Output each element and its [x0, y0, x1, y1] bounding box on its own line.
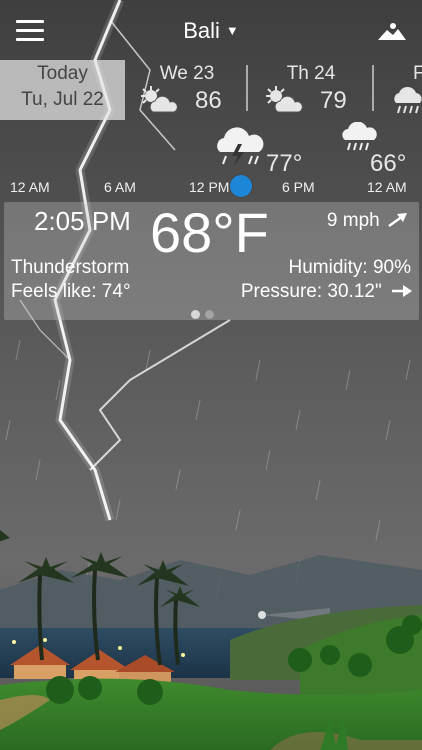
day-tab-today[interactable]: Today Tu, Jul 22 [0, 60, 125, 120]
page-indicator [191, 306, 219, 324]
day-high-temp: 86 [195, 87, 222, 114]
pressure: Pressure: 30.12" [241, 281, 413, 303]
condition-text: Thunderstorm [11, 257, 130, 278]
humidity: Humidity: 90% [288, 257, 412, 278]
pressure-value: Pressure: 30.12" [240, 281, 382, 302]
hour-label: 12 AM [10, 179, 50, 195]
mountain-scene-icon[interactable] [378, 20, 406, 42]
wind-direction-arrow-icon [388, 213, 407, 228]
day-tab-wednesday[interactable]: We 23 86 [127, 60, 247, 120]
rain-cloud-icon [392, 85, 422, 115]
page-dot-active[interactable] [191, 310, 200, 319]
dropdown-caret-icon: ▼ [225, 23, 239, 38]
wind-speed: 9 mph [327, 210, 409, 232]
current-time-slider-handle[interactable] [230, 175, 252, 197]
location-selector[interactable]: Bali ▼ [0, 18, 422, 44]
thunderstorm-icon [214, 126, 268, 175]
current-conditions-panel[interactable]: 2:05 PM 68°F 9 mph Thunderstorm Feels li… [4, 202, 419, 320]
page-dot[interactable] [205, 310, 214, 319]
current-time: 2:05 PM [34, 206, 131, 236]
day-name: Today [37, 63, 88, 84]
current-temperature: 68°F [150, 201, 269, 264]
day-date: Tu, Jul 22 [21, 89, 104, 110]
partly-cloudy-icon [264, 85, 306, 115]
day-tab-friday[interactable]: F [376, 60, 422, 120]
hourly-temp: 66° [370, 150, 407, 177]
daily-forecast-strip: Today Tu, Jul 22 We 23 86 Th 24 79 F [0, 60, 422, 120]
day-divider [246, 65, 248, 111]
hour-label: 12 PM [189, 179, 230, 195]
hour-label: 12 AM [367, 179, 407, 195]
day-name: We 23 [159, 63, 215, 84]
day-divider [372, 65, 374, 111]
hour-label: 6 AM [104, 179, 136, 195]
day-tab-thursday[interactable]: Th 24 79 [250, 60, 372, 120]
day-name: F [413, 63, 422, 84]
feels-like: Feels like: 74° [11, 281, 131, 302]
location-name: Bali [183, 18, 220, 43]
hourly-temp: 77° [266, 150, 303, 177]
hour-label: 6 PM [282, 179, 315, 195]
day-name: Th 24 [286, 63, 336, 84]
day-high-temp: 79 [320, 87, 347, 114]
wind-speed-value: 9 mph [326, 210, 380, 231]
pressure-steady-arrow-icon [392, 285, 412, 297]
hourly-timeline: 77° 66° 12 AM 6 AM 12 PM 6 PM 12 AM [0, 120, 422, 200]
partly-cloudy-icon [139, 85, 181, 115]
top-bar: Bali ▼ [0, 0, 422, 60]
